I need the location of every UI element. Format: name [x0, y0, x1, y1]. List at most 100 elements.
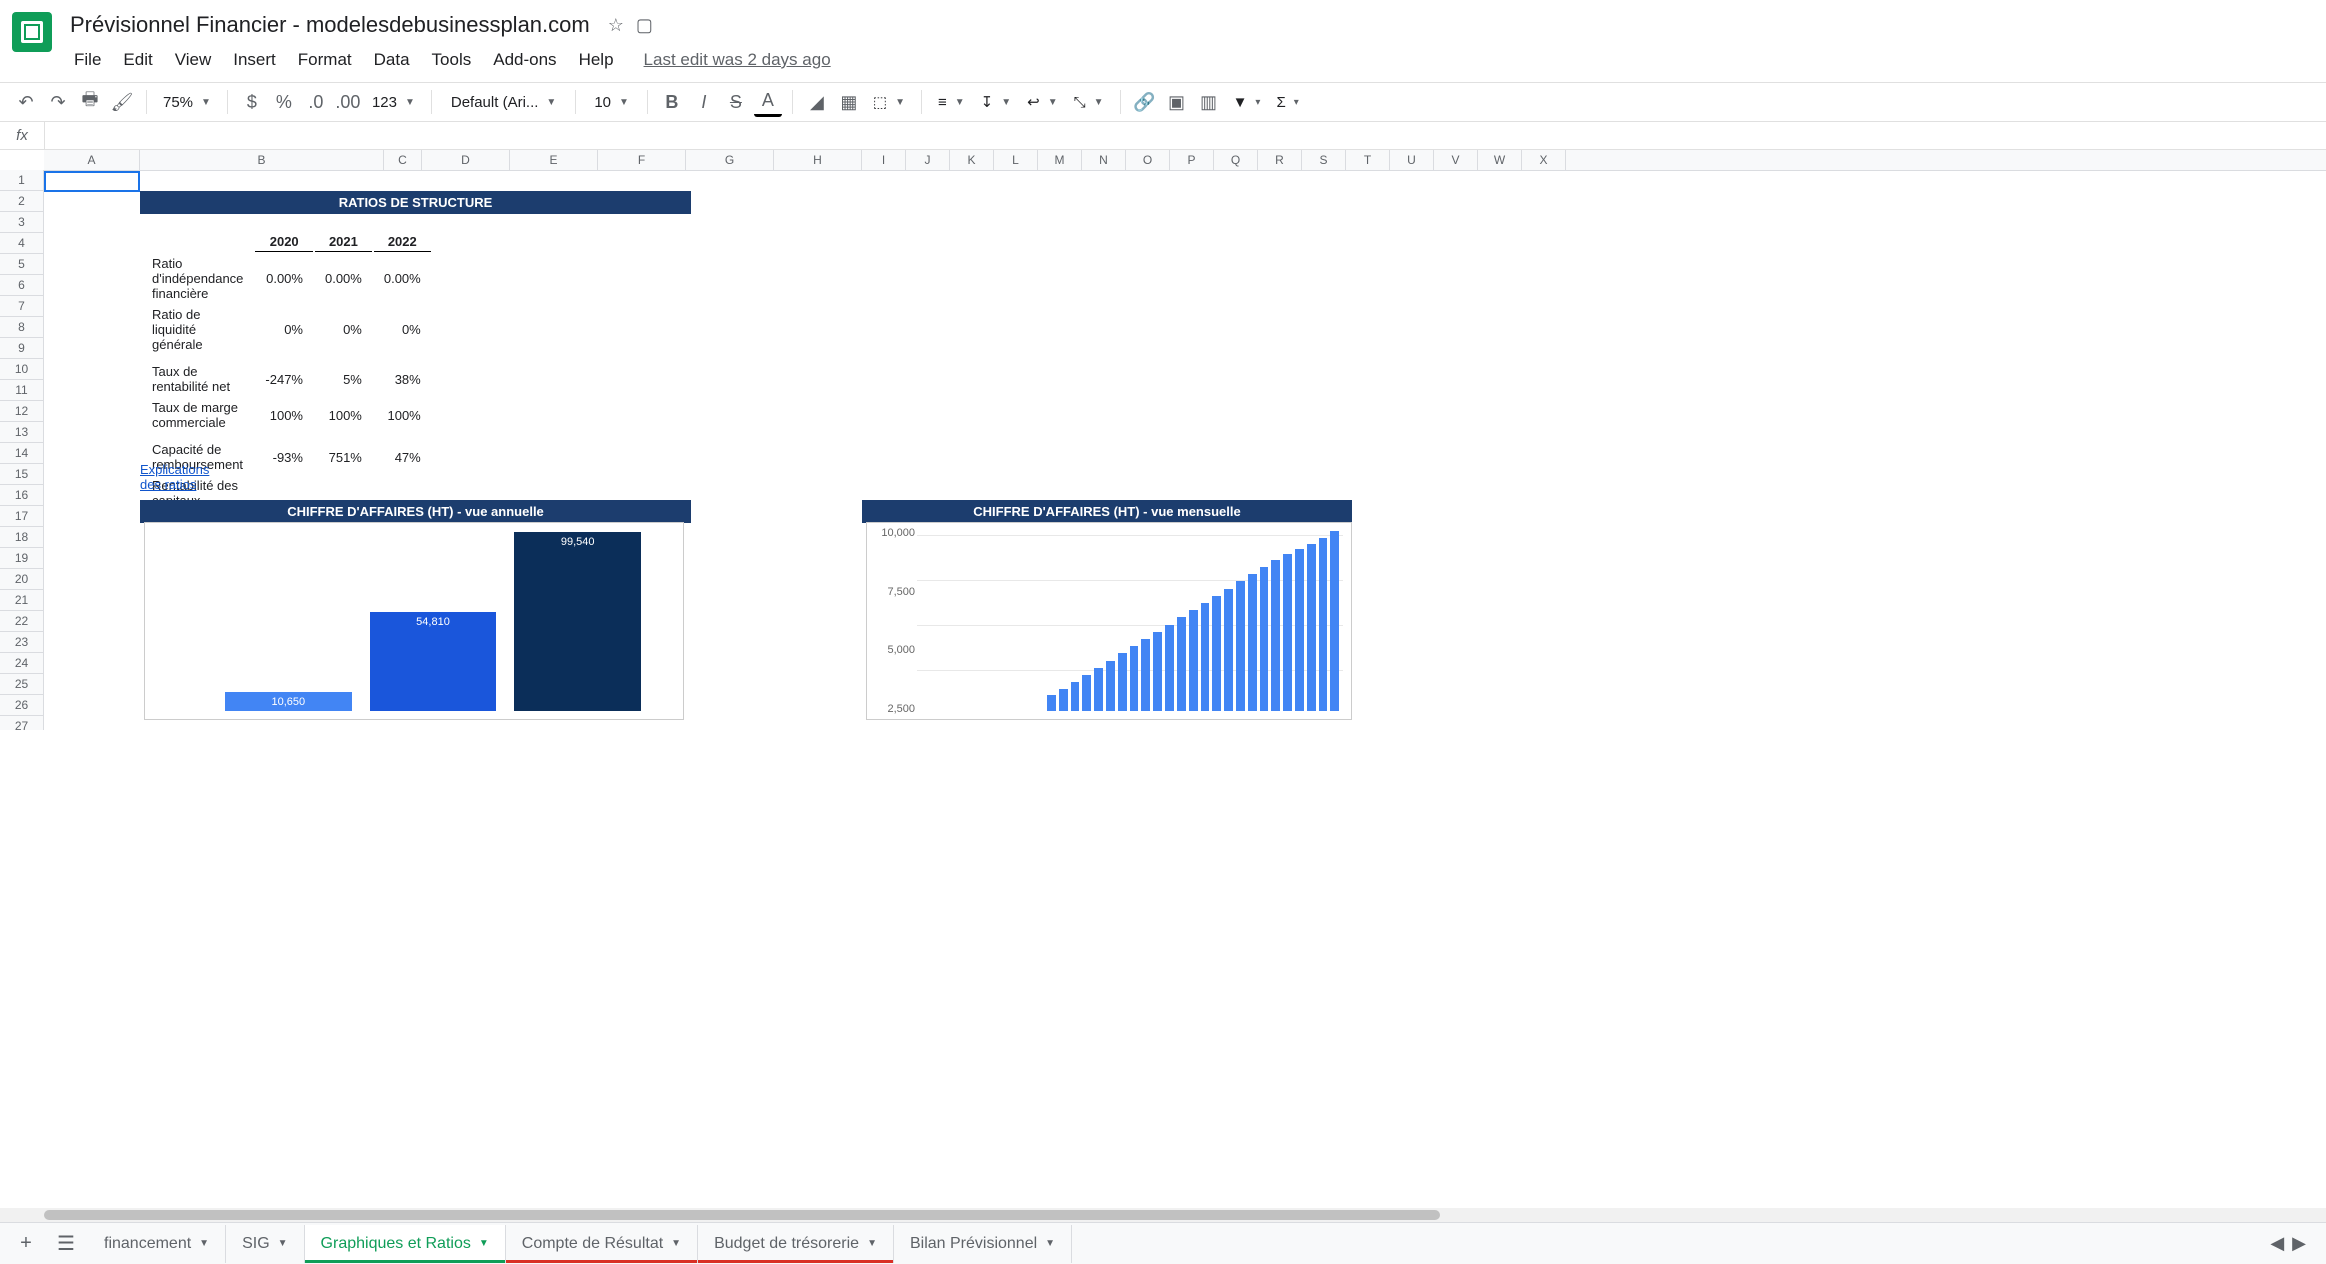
italic-icon[interactable]: I [690, 87, 718, 117]
column-header[interactable]: J [906, 150, 950, 170]
row-header[interactable]: 4 [0, 233, 44, 254]
redo-icon[interactable]: ↷ [44, 87, 72, 117]
column-header[interactable]: L [994, 150, 1038, 170]
row-header[interactable]: 20 [0, 569, 44, 590]
column-header[interactable]: T [1346, 150, 1390, 170]
sheet-tab[interactable]: SIG▼ [226, 1225, 304, 1263]
column-header[interactable]: D [422, 150, 510, 170]
column-header[interactable]: C [384, 150, 422, 170]
sheet-tab[interactable]: Bilan Prévisionnel▼ [894, 1225, 1072, 1263]
menu-view[interactable]: View [165, 44, 222, 76]
horizontal-scrollbar[interactable] [0, 1208, 2326, 1222]
h-align-icon[interactable]: ≡▼ [932, 94, 971, 111]
chart-icon[interactable]: ▥ [1195, 87, 1223, 117]
row-header[interactable]: 12 [0, 401, 44, 422]
functions-icon[interactable]: Σ▾ [1270, 94, 1304, 111]
document-title[interactable]: Prévisionnel Financier - modelesdebusine… [64, 8, 596, 42]
row-header[interactable]: 24 [0, 653, 44, 674]
number-format-combo[interactable]: 123▼ [366, 94, 421, 111]
all-sheets-icon[interactable]: ☰ [48, 1226, 84, 1262]
column-header[interactable]: P [1170, 150, 1214, 170]
borders-icon[interactable]: ▦ [835, 87, 863, 117]
row-header[interactable]: 1 [0, 170, 44, 191]
menu-help[interactable]: Help [569, 44, 624, 76]
increase-decimal-icon[interactable]: .00 [334, 87, 362, 117]
menu-insert[interactable]: Insert [223, 44, 286, 76]
font-combo[interactable]: Default (Ari...▼ [442, 89, 565, 116]
column-header[interactable]: B [140, 150, 384, 170]
column-header[interactable]: I [862, 150, 906, 170]
column-header[interactable]: F [598, 150, 686, 170]
column-header[interactable]: X [1522, 150, 1566, 170]
paint-format-icon[interactable]: 🖌 [108, 87, 136, 117]
rotate-icon[interactable]: ⤡▼ [1068, 94, 1110, 111]
chart-annual[interactable]: 10,65054,81099,540 [144, 522, 684, 720]
link-icon[interactable]: 🔗 [1131, 87, 1159, 117]
fill-color-icon[interactable]: ◢ [803, 87, 831, 117]
row-header[interactable]: 14 [0, 443, 44, 464]
row-header[interactable]: 11 [0, 380, 44, 401]
row-header[interactable]: 17 [0, 506, 44, 527]
sheet-tab[interactable]: Budget de trésorerie▼ [698, 1225, 894, 1263]
tab-scroll-right-icon[interactable]: ▶ [2292, 1233, 2306, 1254]
decrease-decimal-icon[interactable]: .0 [302, 87, 330, 117]
column-header[interactable]: M [1038, 150, 1082, 170]
undo-icon[interactable]: ↶ [12, 87, 40, 117]
spreadsheet-grid[interactable]: ABCDEFGHIJKLMNOPQRSTUVWX 123456789101112… [0, 150, 2326, 730]
explications-link[interactable]: Explications des ratios [140, 462, 209, 492]
tab-scroll-left-icon[interactable]: ◀ [2270, 1233, 2284, 1254]
font-size-combo[interactable]: 10▼ [586, 90, 637, 115]
row-header[interactable]: 23 [0, 632, 44, 653]
merge-cells-icon[interactable]: ⬚▼ [867, 93, 911, 111]
bold-icon[interactable]: B [658, 87, 686, 117]
formula-input[interactable] [44, 122, 2326, 149]
move-to-drive-icon[interactable]: ▢ [636, 15, 653, 36]
comment-icon[interactable]: ▣ [1163, 87, 1191, 117]
column-header[interactable]: K [950, 150, 994, 170]
menu-data[interactable]: Data [364, 44, 420, 76]
row-header[interactable]: 10 [0, 359, 44, 380]
menu-format[interactable]: Format [288, 44, 362, 76]
menu-tools[interactable]: Tools [422, 44, 482, 76]
row-header[interactable]: 22 [0, 611, 44, 632]
sheets-logo[interactable] [12, 12, 52, 52]
filter-icon[interactable]: ▼▾ [1227, 94, 1267, 111]
row-header[interactable]: 26 [0, 695, 44, 716]
column-header[interactable]: W [1478, 150, 1522, 170]
column-header[interactable]: S [1302, 150, 1346, 170]
wrap-icon[interactable]: ↩▼ [1021, 93, 1063, 111]
row-header[interactable]: 15 [0, 464, 44, 485]
row-header[interactable]: 27 [0, 716, 44, 730]
column-header[interactable]: H [774, 150, 862, 170]
text-color-icon[interactable]: A [754, 87, 782, 117]
v-align-icon[interactable]: ↧▼ [975, 93, 1017, 111]
last-edit-link[interactable]: Last edit was 2 days ago [644, 50, 831, 70]
currency-icon[interactable]: $ [238, 87, 266, 117]
zoom-combo[interactable]: 75%▼ [157, 94, 217, 111]
menu-edit[interactable]: Edit [113, 44, 162, 76]
strikethrough-icon[interactable]: S [722, 87, 750, 117]
row-header[interactable]: 2 [0, 191, 44, 212]
column-header[interactable]: Q [1214, 150, 1258, 170]
column-header[interactable]: U [1390, 150, 1434, 170]
menu-file[interactable]: File [64, 44, 111, 76]
row-header[interactable]: 13 [0, 422, 44, 443]
percent-icon[interactable]: % [270, 87, 298, 117]
row-header[interactable]: 21 [0, 590, 44, 611]
row-header[interactable]: 7 [0, 296, 44, 317]
row-header[interactable]: 9 [0, 338, 44, 359]
row-header[interactable]: 18 [0, 527, 44, 548]
print-icon[interactable]: 🖶 [76, 87, 104, 117]
column-header[interactable]: N [1082, 150, 1126, 170]
column-header[interactable]: R [1258, 150, 1302, 170]
column-header[interactable]: V [1434, 150, 1478, 170]
row-header[interactable]: 25 [0, 674, 44, 695]
column-header[interactable]: G [686, 150, 774, 170]
sheet-tab[interactable]: Compte de Résultat▼ [506, 1225, 698, 1263]
row-header[interactable]: 8 [0, 317, 44, 338]
row-header[interactable]: 5 [0, 254, 44, 275]
column-header[interactable]: O [1126, 150, 1170, 170]
star-icon[interactable]: ☆ [608, 15, 624, 36]
row-header[interactable]: 19 [0, 548, 44, 569]
column-header[interactable]: E [510, 150, 598, 170]
